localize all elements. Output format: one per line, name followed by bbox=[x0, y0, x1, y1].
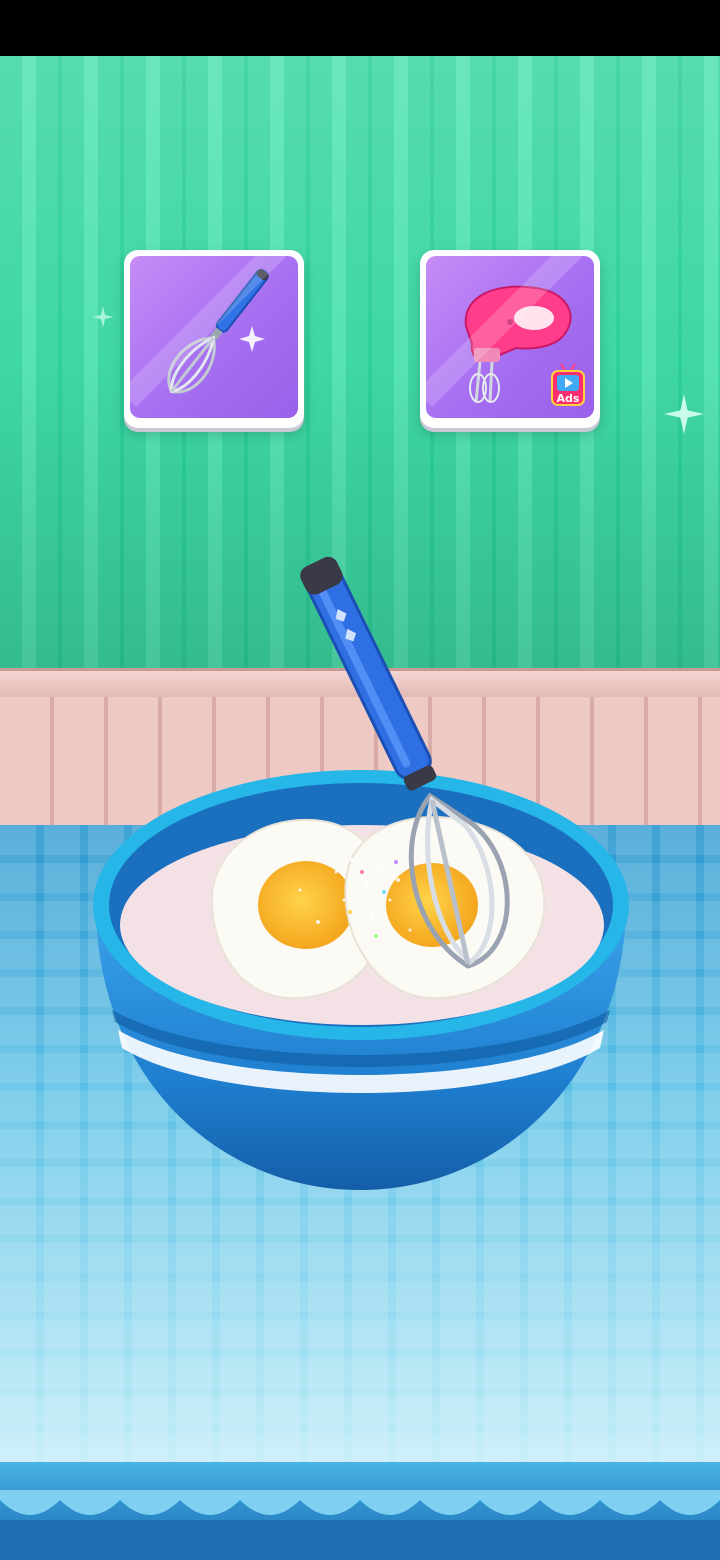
mixer-tool-panel: Ads bbox=[426, 256, 594, 418]
sparkle-icon bbox=[664, 394, 704, 434]
sparkle-icon bbox=[92, 306, 114, 328]
ads-badge: Ads bbox=[548, 362, 588, 408]
whisk-drag-handle[interactable] bbox=[295, 550, 515, 970]
whisk-icon bbox=[167, 268, 269, 394]
whisk-tool-button[interactable] bbox=[124, 250, 304, 428]
counter-scallop-trim bbox=[0, 1490, 720, 1560]
ads-label: Ads bbox=[556, 392, 580, 405]
whisk-tool-panel bbox=[130, 256, 298, 418]
electric-mixer-tool-button[interactable]: Ads bbox=[420, 250, 600, 428]
status-bar bbox=[0, 0, 720, 56]
